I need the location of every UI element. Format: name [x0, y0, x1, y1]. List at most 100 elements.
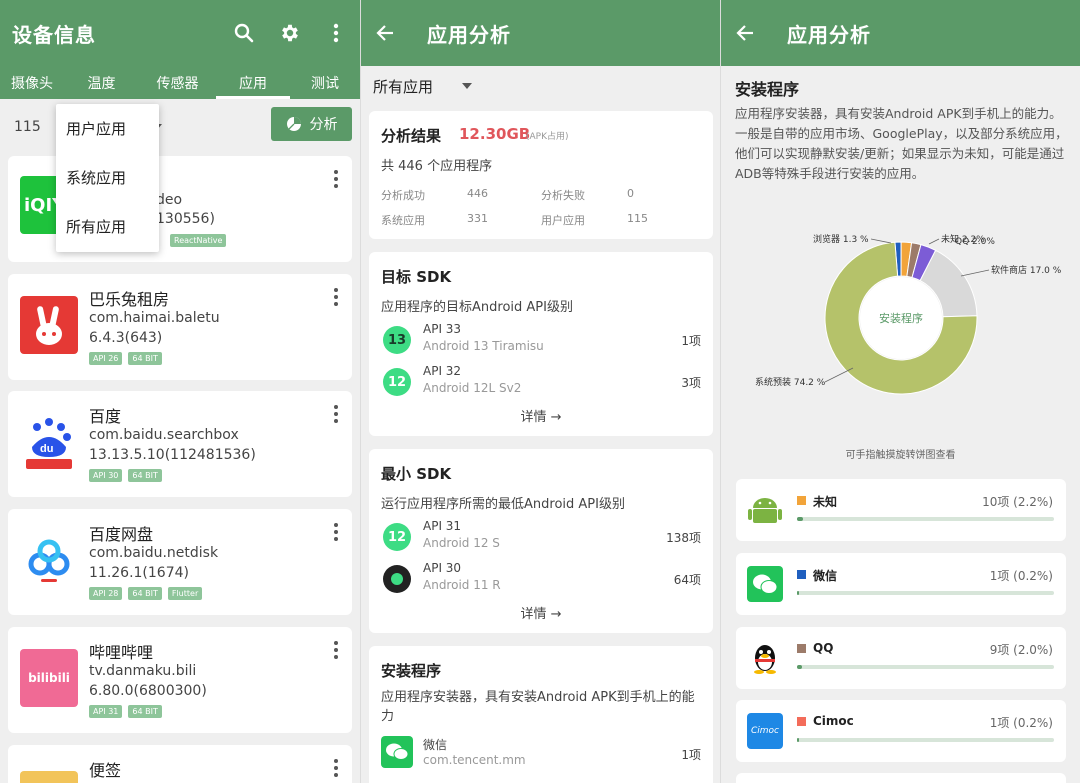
count: 3项 [681, 376, 701, 390]
progress-fill [797, 517, 803, 521]
analyze-button[interactable]: 分析 [271, 107, 352, 141]
success-label: 分析成功 [381, 189, 425, 202]
legend-swatch [797, 496, 806, 505]
device-info-screen: 设备信息 摄像头 温度 传感器 应用 测试 115 分析 iQIY deo 13… [0, 0, 360, 783]
tab-temperature[interactable]: 温度 [64, 66, 139, 99]
count: 64项 [673, 573, 701, 587]
screens-container: 设备信息 摄像头 温度 传感器 应用 测试 115 分析 iQIY deo 13… [0, 0, 1080, 783]
sdk-row[interactable]: API 30 Android 11 R 64项 [381, 561, 701, 597]
app-badges: API 28 64 BIT Flutter [89, 587, 203, 600]
app-name: 百度 [89, 407, 122, 426]
installer-count: 1项 (0.2%) [989, 716, 1053, 730]
android-version: Android 12L Sv2 [423, 381, 522, 395]
api-level: API 31 [423, 519, 462, 533]
target-sdk-desc: 应用程序的目标Android API级别 [381, 300, 573, 315]
badge: 64 BIT [128, 352, 162, 365]
pie-label: QQ 2.0% [955, 237, 995, 247]
pie-center-label: 安装程序 [879, 311, 923, 325]
tab-test[interactable]: 测试 [290, 66, 360, 99]
installer-row-unknown[interactable]: 未知 10项 (2.2%) [736, 479, 1066, 541]
app-package: com.baidu.searchbox [89, 427, 239, 443]
sdk-row[interactable]: 12 API 31 Android 12 S 138项 [381, 519, 701, 555]
installer-name: Cimoc [813, 714, 854, 728]
app-card-baletu[interactable]: 巴乐兔租房 com.haimai.baletu 6.4.3(643) API 2… [8, 274, 352, 380]
installer-row-next[interactable] [736, 773, 1066, 783]
android-12-icon: 12 [383, 368, 411, 396]
menu-item-all-apps[interactable]: 所有应用 [56, 202, 159, 251]
app-card-baidu[interactable]: du 百度 com.baidu.searchbox 13.13.5.10(112… [8, 391, 352, 497]
search-icon[interactable] [232, 21, 256, 45]
app-card-notes[interactable]: 便签 [8, 745, 352, 783]
arrow-right-icon: → [550, 607, 562, 622]
more-vert-icon[interactable] [334, 523, 338, 544]
installer-row-wechat[interactable]: 微信 1项 (0.2%) [736, 553, 1066, 615]
app-badges: API 26 64 BIT [89, 352, 162, 365]
count: 1项 [681, 334, 701, 348]
app-package: com.haimai.baletu [89, 310, 220, 326]
more-vert-icon[interactable] [334, 170, 338, 191]
system-label: 系统应用 [381, 214, 425, 227]
installer-row-qq[interactable]: QQ 9项 (2.0%) [736, 627, 1066, 689]
user-value: 115 [627, 212, 648, 225]
app-name: 百度网盘 [89, 525, 154, 544]
more-vert-icon[interactable] [334, 405, 338, 426]
api-level: API 30 [423, 561, 462, 575]
progress-fill [797, 591, 799, 595]
menu-item-system-apps[interactable]: 系统应用 [56, 153, 159, 202]
badge: API 28 [89, 587, 123, 600]
section-title: 安装程序 [735, 80, 800, 99]
sdk-row[interactable]: 13 API 33 Android 13 Tiramisu 1项 [381, 322, 701, 358]
installer-name: 微信 [813, 569, 838, 583]
target-sdk-title: 目标 SDK [381, 268, 452, 286]
android-version: Android 12 S [423, 536, 500, 550]
app-package: deo [156, 192, 183, 208]
more-vert-icon[interactable] [334, 759, 338, 780]
more-vert-icon[interactable] [324, 21, 348, 45]
app-card-netdisk[interactable]: 百度网盘 com.baidu.netdisk 11.26.1(1674) API… [8, 509, 352, 615]
progress-fill [797, 665, 803, 669]
api-level: API 32 [423, 364, 462, 378]
app-version: 130556) [156, 211, 215, 227]
qq-penguin-icon [747, 640, 783, 676]
target-sdk-details-link[interactable]: 详情 → [369, 406, 713, 425]
sdk-row[interactable]: 12 API 32 Android 12L Sv2 3项 [381, 364, 701, 400]
more-vert-icon[interactable] [334, 288, 338, 309]
android-version: Android 13 Tiramisu [423, 339, 544, 353]
app-package: com.baidu.netdisk [89, 545, 219, 561]
app-version: 6.80.0(6800300) [89, 683, 207, 699]
analysis-result-card: 分析结果 12.30GB (APK占用) 共 446 个应用程序 分析成功 44… [369, 111, 713, 239]
tab-apps[interactable]: 应用 [216, 66, 290, 99]
app-card-bilibili[interactable]: bilibili 哔哩哔哩 tv.danmaku.bili 6.80.0(680… [8, 627, 352, 733]
installer-pie-chart[interactable]: 安装程序浏览器 1.3 % 未知 2.2%QQ 2.0%软件商店 17.0 %系统… [721, 196, 1080, 436]
app-name: 哔哩哔哩 [89, 643, 154, 662]
tab-sensors[interactable]: 传感器 [139, 66, 216, 99]
svg-text:du: du [40, 443, 53, 455]
min-sdk-title: 最小 SDK [381, 465, 452, 483]
back-arrow-icon[interactable] [733, 21, 757, 45]
installer-row-cimoc[interactable]: Cimoc Cimoc 1项 (0.2%) [736, 700, 1066, 762]
app-type-selector[interactable]: 所有应用 [361, 66, 720, 106]
app-badges: ReactNative [170, 234, 227, 247]
pie-hint: 可手指触摸旋转饼图查看 [845, 450, 956, 461]
app-version: 11.26.1(1674) [89, 565, 189, 581]
analyze-label: 分析 [309, 117, 338, 133]
installer-title: 安装程序 [381, 662, 442, 680]
api-level: API 33 [423, 322, 462, 336]
installer-row[interactable]: 微信 com.tencent.mm 1项 [381, 736, 701, 772]
android-12-icon: 12 [383, 523, 411, 551]
progress-bar [797, 517, 1054, 521]
fail-label: 分析失败 [541, 189, 585, 202]
min-sdk-details-link[interactable]: 详情 → [369, 603, 713, 622]
progress-bar [797, 738, 1054, 742]
gear-icon[interactable] [278, 21, 302, 45]
page-title: 应用分析 [427, 22, 511, 47]
installer-card: 安装程序 应用程序安装器，具有安装Android APK到手机上的能力 微信 c… [369, 646, 713, 783]
tab-camera[interactable]: 摄像头 [0, 66, 64, 99]
app-analysis-screen: 应用分析 所有应用 分析结果 12.30GB (APK占用) 共 446 个应用… [360, 0, 720, 783]
count: 138项 [666, 531, 701, 545]
more-vert-icon[interactable] [334, 641, 338, 662]
menu-item-user-apps[interactable]: 用户应用 [56, 104, 159, 153]
pie-leader-line [960, 269, 990, 277]
app-badges: API 31 64 BIT [89, 705, 162, 718]
back-arrow-icon[interactable] [373, 21, 397, 45]
